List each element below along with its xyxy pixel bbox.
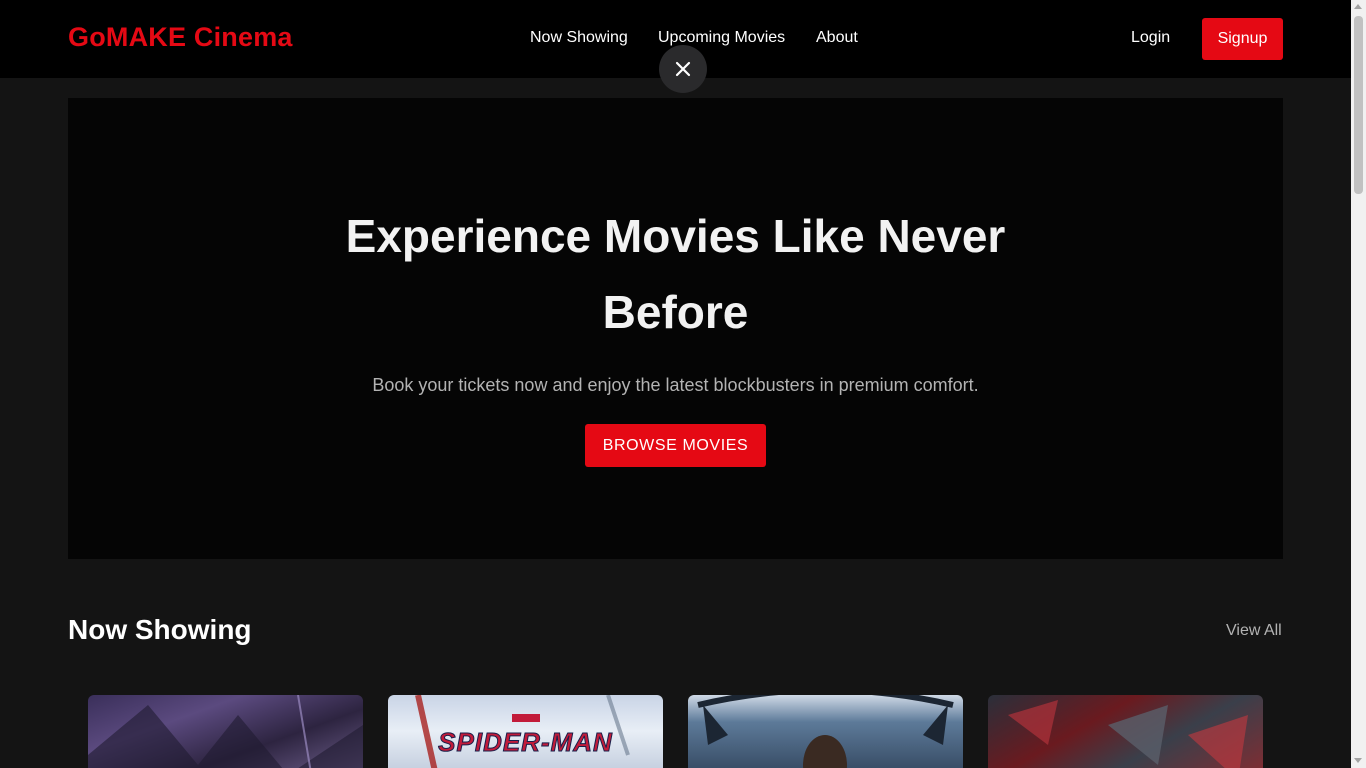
movie-card-1[interactable] [88,695,363,768]
close-icon [675,61,691,77]
nav-upcoming-movies[interactable]: Upcoming Movies [658,29,785,47]
nav-about[interactable]: About [816,29,858,47]
view-all-link[interactable]: View All [1226,622,1282,640]
close-button[interactable] [659,45,707,93]
movie-card-3[interactable] [688,695,963,768]
scroll-down-icon[interactable] [1354,758,1362,763]
hero-banner: Experience Movies Like Never Before Book… [68,98,1283,559]
browse-movies-button[interactable]: BROWSE MOVIES [585,424,766,467]
movie-poster-image [697,695,954,768]
movie-poster-image [88,695,363,768]
signup-button[interactable]: Signup [1202,18,1283,60]
hero-subtitle: Book your tickets now and enjoy the late… [372,375,979,395]
now-showing-heading: Now Showing [68,614,252,645]
movie-card-4[interactable] [988,695,1263,768]
marvel-logo [512,714,540,722]
login-link[interactable]: Login [1131,29,1170,47]
scroll-up-icon[interactable] [1354,4,1362,9]
hero-title: Experience Movies Like Never Before [345,210,1006,338]
page-scrollbar[interactable] [1351,0,1366,768]
nav-now-showing[interactable]: Now Showing [530,29,628,47]
scroll-thumb[interactable] [1354,16,1363,194]
movie-poster-image [1008,700,1248,768]
movie-card-2[interactable]: SPIDER-MAN [388,695,663,768]
poster-title-text: SPIDER-MAN [438,727,613,758]
